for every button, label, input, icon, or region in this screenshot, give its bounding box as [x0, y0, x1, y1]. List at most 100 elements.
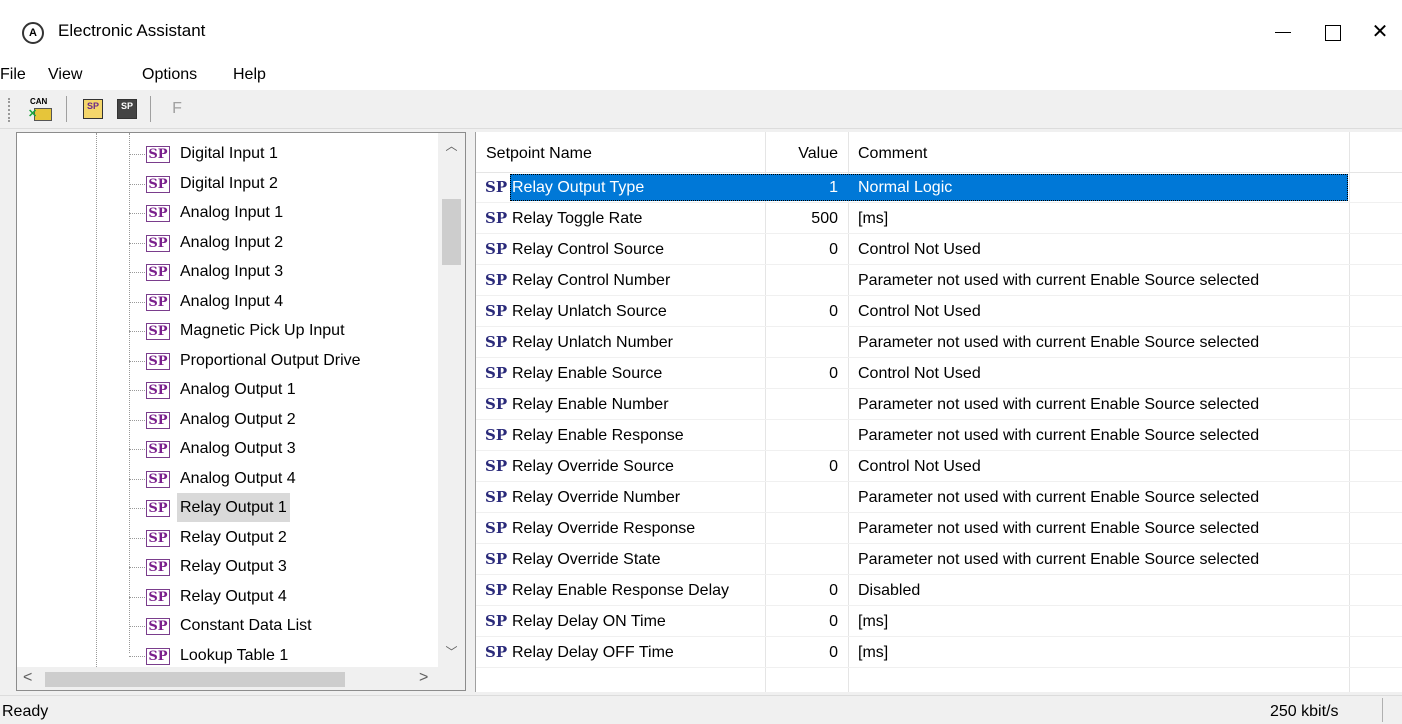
tree-item-label: Analog Input 2 [180, 233, 284, 251]
setpoint-comment-cell: Control Not Used [858, 303, 981, 320]
can-connect-button[interactable]: CAN ✕ [28, 97, 54, 121]
setpoint-value-cell[interactable]: 0 [768, 637, 838, 668]
setpoint-icon: SP [485, 426, 508, 444]
menu-options[interactable]: Options [142, 66, 197, 84]
menu-view[interactable]: View [48, 66, 82, 84]
setpoint-icon: SP [485, 488, 508, 506]
setpoint-icon: SP [146, 441, 170, 458]
setpoint-name-cell: Relay Control Source [512, 241, 665, 258]
setpoint-name-cell: Relay Delay ON Time [512, 613, 666, 630]
setpoint-icon: SP [146, 382, 170, 399]
setpoint-icon: SP [485, 581, 508, 599]
scroll-right-icon[interactable]: > [419, 669, 428, 687]
tree-item-label: Analog Input 4 [180, 292, 284, 310]
setpoint-icon: SP [485, 457, 508, 475]
title-bar: A Electronic Assistant ✕ [0, 0, 1402, 62]
scroll-down-icon[interactable]: ﹀ [438, 643, 465, 660]
table-row[interactable]: SP Relay Delay OFF Time 0 [ms] [476, 637, 1402, 668]
menu-help[interactable]: Help [233, 66, 266, 84]
setpoint-comment-cell: Disabled [858, 582, 921, 599]
table-row[interactable]: SP Relay Enable Number Parameter not used … [476, 389, 1402, 420]
setpoint-icon: SP [485, 302, 508, 320]
setpoint-icon: SP [485, 612, 508, 630]
setpoint-value-cell[interactable]: 500 [768, 203, 838, 234]
tree-vertical-scrollbar[interactable]: ︿ ﹀ [438, 133, 465, 667]
setpoint-icon: SP [146, 618, 170, 635]
setpoint-icon: SP [146, 411, 170, 429]
open-setpoint-file-button[interactable]: SP [80, 97, 106, 121]
setpoint-value-cell[interactable]: 0 [768, 234, 838, 265]
app-logo-icon[interactable]: A [22, 22, 44, 44]
window-title: Electronic Assistant [58, 21, 206, 40]
setpoint-name-cell: Relay Override Response [512, 520, 696, 537]
setpoint-name-cell: Relay Output Type [512, 179, 645, 196]
minimize-icon [1275, 32, 1291, 34]
tree-item-label: Magnetic Pick Up Input [180, 322, 345, 339]
setpoint-comment-cell: Parameter not used with current Enable S… [858, 334, 1260, 351]
setpoint-icon: SP [146, 205, 170, 222]
table-row[interactable]: SP Relay Enable Response Parameter not use… [476, 420, 1402, 451]
setpoint-comment-cell: Normal Logic [858, 179, 953, 196]
setpoint-comment-cell: Control Not Used [858, 458, 981, 475]
scroll-up-icon[interactable]: ︿ [438, 137, 465, 154]
table-row[interactable]: SP Relay Delay ON Time 0 [ms] [476, 606, 1402, 637]
setpoint-value-cell[interactable]: 0 [768, 451, 838, 482]
table-row[interactable]: SP Relay Override Source 0 Control Not Used [476, 451, 1402, 482]
toolbar-separator [66, 96, 67, 122]
table-row[interactable]: SP Relay Unlatch Source 0 Control Not Used [476, 296, 1402, 327]
table-row[interactable]: SP Relay Enable Source 0 Control Not Used [476, 358, 1402, 389]
table-row[interactable]: SP Relay Toggle Rate 500 [ms] [476, 203, 1402, 234]
setpoint-comment-cell: Parameter not used with current Enable S… [858, 551, 1260, 568]
setpoint-icon: SP [485, 395, 508, 413]
column-header-value[interactable]: Value [768, 132, 838, 172]
setpoint-icon: SP [146, 500, 170, 517]
scroll-thumb[interactable] [45, 672, 345, 687]
setpoint-comment-cell: Parameter not used with current Enable S… [858, 272, 1260, 289]
table-row[interactable]: SP Relay Control Number Parameter not used… [476, 265, 1402, 296]
close-button[interactable]: ✕ [1350, 10, 1402, 54]
close-icon: ✕ [1371, 21, 1389, 43]
scroll-left-icon[interactable]: < [23, 669, 32, 687]
status-text: Ready [2, 703, 49, 720]
setpoint-name-cell: Relay Unlatch Source [512, 303, 667, 320]
menu-file[interactable]: File [0, 66, 26, 84]
setpoint-icon: SP [146, 323, 170, 340]
setpoint-value-cell[interactable]: 0 [768, 606, 838, 637]
setpoint-table[interactable]: Setpoint Name Value Comment SP Relay Outp… [475, 132, 1402, 692]
tree-item-label: Relay Output 3 [180, 558, 287, 575]
setpoint-value-cell[interactable]: 1 [768, 172, 838, 203]
setpoint-icon: SP [485, 240, 508, 258]
column-header-comment[interactable]: Comment [858, 132, 927, 172]
setpoint-name-cell: Relay Enable Response [512, 427, 684, 444]
scroll-thumb[interactable] [442, 199, 461, 265]
table-row[interactable]: SP Relay Control Source 0 Control Not Used [476, 234, 1402, 265]
column-header-setpoint-name[interactable]: Setpoint Name [486, 132, 592, 172]
setpoint-icon: SP [485, 178, 508, 196]
setpoint-name-cell: Relay Enable Response Delay [512, 582, 730, 599]
table-row[interactable]: SP Relay Override Response Parameter not u… [476, 513, 1402, 544]
tree-horizontal-scrollbar[interactable]: < > [17, 667, 438, 690]
setpoint-tree[interactable]: SP Digital Input 1 SP Digital Input 2 SP Anal… [16, 132, 466, 691]
tree-item-label: Analog Output 2 [180, 410, 296, 428]
flash-button[interactable]: F [164, 97, 190, 121]
tree-item-label: Relay Output 1 [177, 493, 290, 522]
setpoint-name-cell: Relay Enable Number [512, 396, 669, 413]
setpoint-comment-cell: Control Not Used [858, 241, 981, 258]
setpoint-comment-cell: [ms] [858, 644, 889, 661]
setpoint-icon: SP [146, 559, 170, 576]
toolbar-grip[interactable] [8, 98, 13, 122]
table-row[interactable]: SP Relay Override State Parameter not used… [476, 544, 1402, 575]
tree-item-label: Lookup Table 1 [180, 646, 289, 664]
setpoint-value-cell[interactable]: 0 [768, 575, 838, 606]
save-setpoint-file-button[interactable]: SP [114, 97, 140, 121]
setpoint-icon: SP [146, 588, 170, 606]
table-row[interactable]: SP Relay Unlatch Number Parameter not used… [476, 327, 1402, 358]
table-row[interactable]: SP Relay Override Number Parameter not use… [476, 482, 1402, 513]
table-row[interactable]: SP Relay Output Type 1 Normal Logic [476, 172, 1402, 203]
setpoint-value-cell[interactable]: 0 [768, 358, 838, 389]
setpoint-icon: SP [146, 470, 170, 488]
table-row[interactable]: SP Relay Enable Response Delay 0 Disabled [476, 575, 1402, 606]
setpoint-value-cell[interactable]: 0 [768, 296, 838, 327]
setpoint-comment-cell: [ms] [858, 210, 889, 227]
setpoint-icon: SP [485, 271, 508, 289]
